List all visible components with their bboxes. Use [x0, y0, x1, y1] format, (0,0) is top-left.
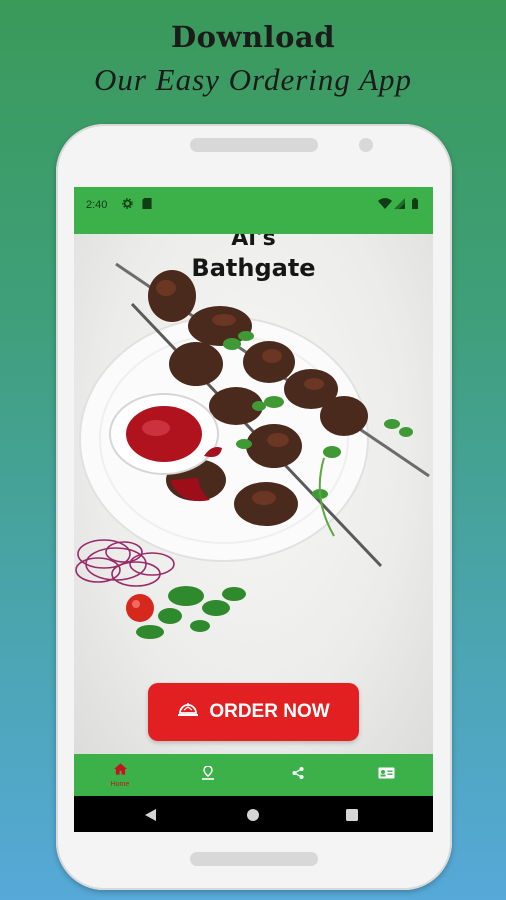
contact-card-icon: [378, 766, 395, 784]
kebab-plate-illustration: [75, 262, 430, 639]
phone-frame: 2:40 Al's Bathgate ORDER NOW Home: [56, 124, 452, 890]
share-icon: [292, 766, 304, 784]
app-screen: 2:40 Al's Bathgate ORDER NOW Home: [74, 187, 433, 832]
recents-icon[interactable]: [346, 808, 358, 826]
back-icon[interactable]: [145, 808, 157, 826]
front-camera: [359, 138, 373, 152]
earpiece-speaker: [190, 138, 318, 152]
wifi-icon: [378, 198, 392, 212]
brand-name-line2: Bathgate: [191, 254, 316, 282]
system-navigation-bar: [74, 796, 433, 832]
location-icon: [202, 764, 214, 785]
order-now-label: ORDER NOW: [209, 701, 330, 722]
settings-icon: [122, 198, 133, 212]
brand-name-line1: Al's: [231, 234, 276, 251]
status-bar: 2:40: [74, 187, 433, 234]
status-time: 2:40: [86, 199, 108, 211]
nav-item-share[interactable]: [254, 754, 342, 796]
nav-item-home[interactable]: Home: [76, 754, 164, 796]
hero-content: Al's Bathgate ORDER NOW: [74, 234, 433, 754]
bottom-navigation: Home: [74, 754, 433, 796]
sd-card-icon: [142, 198, 152, 212]
battery-icon: [412, 198, 418, 212]
promo-subtitle: Our Easy Ordering App: [93, 62, 413, 97]
home-icon: [113, 762, 127, 780]
home-button-icon[interactable]: [247, 808, 259, 826]
order-now-button[interactable]: ORDER NOW: [148, 683, 359, 741]
food-tray-icon: [177, 701, 199, 723]
nav-item-contact[interactable]: [342, 754, 430, 796]
nav-label-home: Home: [110, 781, 130, 788]
promo-title: Download: [171, 20, 335, 54]
nav-item-location[interactable]: [164, 754, 252, 796]
bottom-speaker: [190, 852, 318, 866]
signal-icon: [394, 198, 405, 212]
